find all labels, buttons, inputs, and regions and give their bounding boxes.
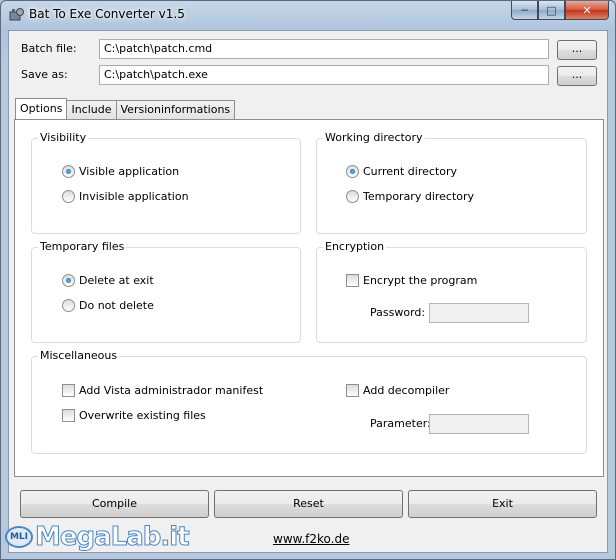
save-as-browse-button[interactable]: ... [557,66,597,86]
encrypt-program-label: Encrypt the program [363,274,478,287]
temporary-files-group: Temporary files Delete at exit Do not de… [31,240,301,343]
batch-file-label: Batch file: [21,42,77,55]
miscellaneous-title: Miscellaneous [38,349,120,362]
window-title: Bat To Exe Converter v1.5 [29,7,185,21]
minimize-button[interactable]: ─ [511,1,538,20]
overwrite-files-checkbox[interactable]: Overwrite existing files [62,409,206,422]
save-as-label: Save as: [21,68,68,81]
watermark: MLI MegaLab.it [1,517,191,557]
temporary-files-title: Temporary files [38,240,127,253]
client-area: Batch file: C:\patch\patch.cmd ... Save … [8,30,608,553]
app-icon [9,8,24,21]
radio-unselected-icon [346,190,359,203]
window-controls: ─ □ ✕ [511,1,609,20]
radio-selected-icon [346,165,359,178]
do-not-delete-label: Do not delete [79,299,154,312]
options-panel: Visibility Visible application Invisible… [14,119,604,477]
temporary-directory-label: Temporary directory [363,190,475,203]
tab-versioninformations[interactable]: Versioninformations [115,100,236,119]
radio-unselected-icon [62,190,75,203]
compile-button[interactable]: Compile [20,490,209,518]
parameter-input[interactable] [429,414,529,434]
radio-selected-icon [62,165,75,178]
visibility-title: Visibility [38,131,89,144]
invisible-application-radio[interactable]: Invisible application [62,190,189,203]
encryption-group: Encryption Encrypt the program Password: [316,240,587,343]
checkbox-unchecked-icon [346,384,359,397]
watermark-text: MegaLab.it [35,522,191,553]
vista-manifest-checkbox[interactable]: Add Vista administrador manifest [62,384,263,397]
current-directory-radio[interactable]: Current directory [346,165,457,178]
miscellaneous-group: Miscellaneous Add Vista administrador ma… [31,349,587,454]
visible-application-label: Visible application [79,165,180,178]
overwrite-files-label: Overwrite existing files [79,409,206,422]
checkbox-unchecked-icon [62,384,75,397]
radio-selected-icon [62,274,75,287]
do-not-delete-radio[interactable]: Do not delete [62,299,154,312]
batch-file-browse-button[interactable]: ... [557,40,597,60]
close-button[interactable]: ✕ [565,1,609,20]
encryption-title: Encryption [323,240,387,253]
batch-file-input[interactable]: C:\patch\patch.cmd [99,39,549,59]
radio-unselected-icon [62,299,75,312]
encrypt-program-checkbox[interactable]: Encrypt the program [346,274,477,287]
invisible-application-label: Invisible application [79,190,189,203]
visibility-group: Visibility Visible application Invisible… [31,131,301,234]
checkbox-unchecked-icon [62,409,75,422]
app-window: Bat To Exe Converter v1.5 ─ □ ✕ Batch fi… [0,0,616,560]
tab-options[interactable]: Options [15,98,68,119]
parameter-label: Parameter: [370,417,431,430]
title-bar[interactable]: Bat To Exe Converter v1.5 ─ □ ✕ [1,1,615,29]
checkbox-unchecked-icon [346,274,359,287]
add-decompiler-label: Add decompiler [363,384,450,397]
password-label: Password: [370,306,426,319]
save-as-input[interactable]: C:\patch\patch.exe [99,65,549,85]
visible-application-radio[interactable]: Visible application [62,165,179,178]
vista-manifest-label: Add Vista administrador manifest [79,384,264,397]
delete-at-exit-radio[interactable]: Delete at exit [62,274,154,287]
reset-button[interactable]: Reset [214,490,403,518]
watermark-logo-icon: MLI [5,526,33,548]
tab-strip: Options Include Versioninformations [15,98,236,119]
add-decompiler-checkbox[interactable]: Add decompiler [346,384,449,397]
delete-at-exit-label: Delete at exit [79,274,154,287]
exit-button[interactable]: Exit [408,490,597,518]
working-directory-title: Working directory [323,131,425,144]
tab-include[interactable]: Include [66,100,117,119]
temporary-directory-radio[interactable]: Temporary directory [346,190,474,203]
current-directory-label: Current directory [363,165,458,178]
password-input[interactable] [429,303,529,323]
maximize-button[interactable]: □ [538,1,565,20]
website-link[interactable]: www.f2ko.de [273,532,349,546]
working-directory-group: Working directory Current directory Temp… [316,131,587,234]
